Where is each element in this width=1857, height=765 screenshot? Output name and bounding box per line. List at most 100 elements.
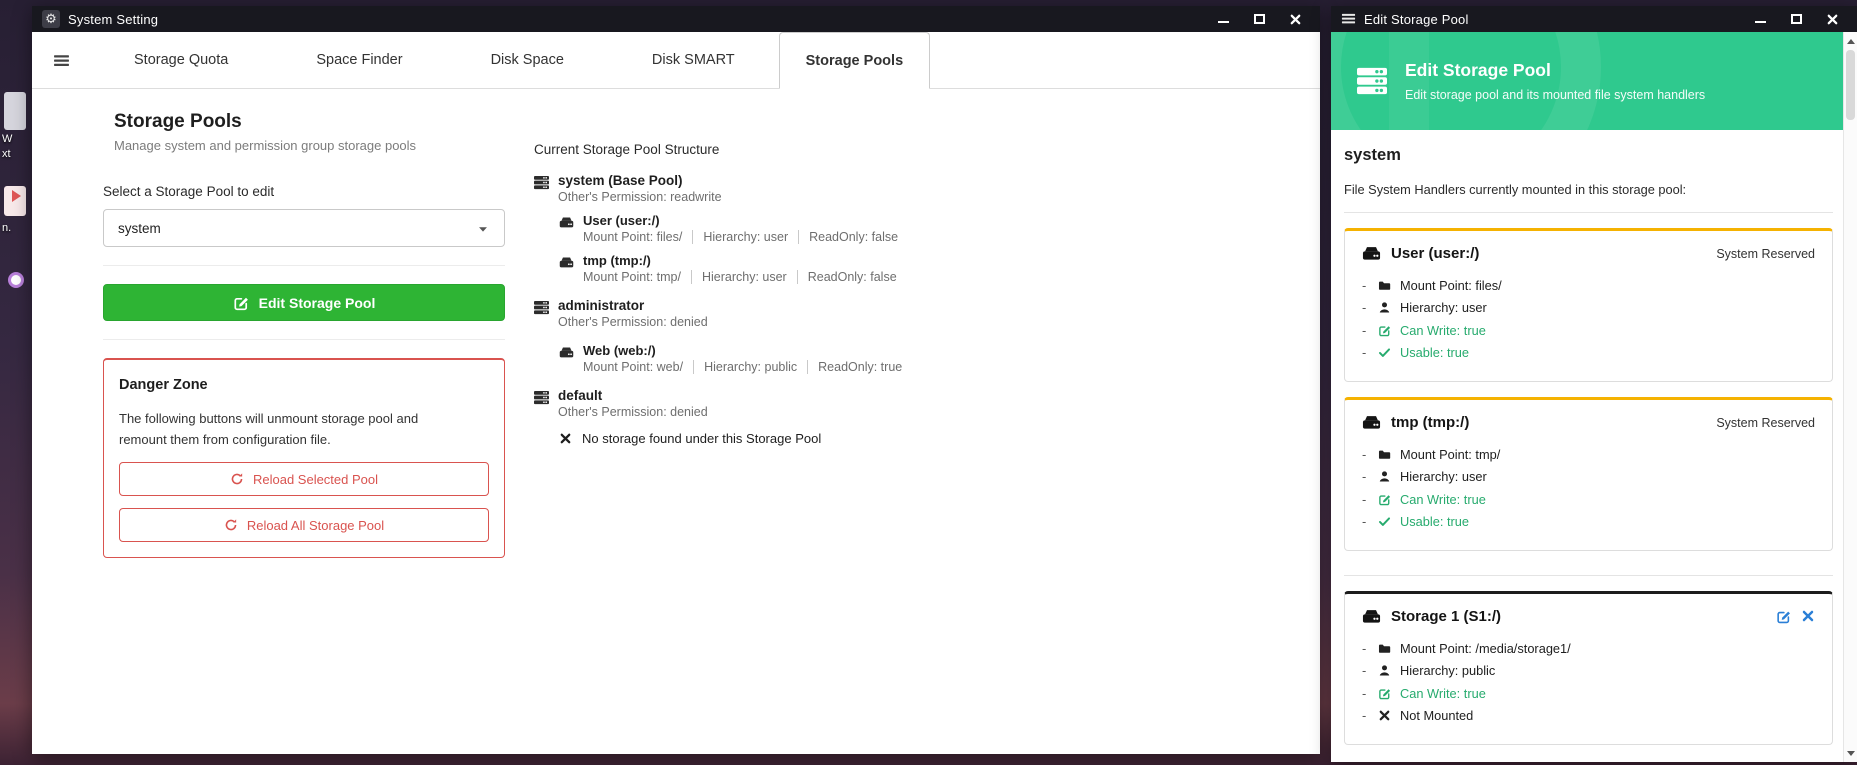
storage-pools-content: Storage Pools Manage system and permissi… (32, 89, 1320, 754)
danger-zone-card: Danger Zone The following buttons will u… (103, 358, 505, 558)
desktop-icon-label-fragment: W (2, 133, 12, 145)
x-icon (1378, 709, 1391, 722)
x-icon (1801, 609, 1815, 623)
menu-hamburger-icon[interactable] (32, 32, 90, 88)
handler-row-tmp: tmp (tmp:/) Mount Point: tmp/ Hierarchy:… (559, 253, 1134, 284)
divider (103, 265, 505, 266)
system-setting-titlebar: ⚙ System Setting (32, 6, 1320, 32)
divider (103, 339, 505, 340)
chevron-down-icon (476, 220, 490, 235)
selected-pool-name: system (1344, 146, 1833, 165)
settings-tabbar: Storage Quota Space Finder Disk Space Di… (32, 32, 1320, 89)
readonly: ReadOnly: false (798, 230, 898, 244)
check-icon (1378, 346, 1391, 359)
usable-item: Usable: true (1362, 511, 1815, 534)
refresh-icon (230, 472, 244, 486)
scrollbar-thumb[interactable] (1846, 50, 1855, 120)
tab-disk-space[interactable]: Disk Space (447, 32, 608, 88)
user-icon (1378, 301, 1391, 314)
handler-row-web: Web (web:/) Mount Point: web/ Hierarchy:… (559, 343, 1134, 374)
minimize-button[interactable] (1753, 12, 1767, 26)
check-icon (1378, 515, 1391, 528)
close-button[interactable] (1825, 12, 1839, 26)
mount-point: Mount Point: web/ (583, 360, 683, 374)
mount-point-item: Mount Point: tmp/ (1362, 443, 1815, 466)
mount-point: Mount Point: files/ (583, 230, 682, 244)
edit-handler-button[interactable] (1776, 609, 1791, 624)
window-title: System Setting (68, 12, 158, 27)
system-reserved-badge: System Reserved (1716, 416, 1815, 430)
refresh-icon (224, 518, 238, 532)
vertical-scrollbar[interactable] (1843, 32, 1857, 762)
banner-title: Edit Storage Pool (1405, 60, 1551, 81)
server-icon (1357, 66, 1387, 96)
hierarchy-item: Hierarchy: public (1362, 660, 1815, 683)
window-title: Edit Storage Pool (1364, 12, 1469, 27)
can-write-item: Can Write: true (1362, 319, 1815, 342)
pool-select-value: system (118, 221, 161, 236)
mount-point: Mount Point: tmp/ (583, 270, 681, 284)
folder-icon (1378, 279, 1391, 292)
pool-row-administrator: administrator Other's Permission: denied (534, 298, 1134, 329)
server-icon (534, 299, 549, 329)
banner-subtitle: Edit storage pool and its mounted file s… (1405, 88, 1705, 102)
divider (1344, 575, 1833, 576)
scroll-down-arrow[interactable] (1844, 746, 1857, 760)
edit-icon (1378, 687, 1391, 700)
gear-icon: ⚙ (42, 10, 60, 28)
storage-pool-tree: system (Base Pool) Other's Permission: r… (534, 173, 1134, 446)
tab-disk-smart[interactable]: Disk SMART (608, 32, 779, 88)
minimize-button[interactable] (1216, 12, 1230, 26)
page-title: Storage Pools (114, 111, 505, 133)
hierarchy: Hierarchy: user (691, 270, 787, 284)
pool-row-default: default Other's Permission: denied (534, 388, 1134, 419)
handler-row-user: User (user:/) Mount Point: files/ Hierar… (559, 213, 1134, 244)
pool-select-dropdown[interactable]: system (103, 209, 505, 247)
tab-storage-pools[interactable]: Storage Pools (779, 32, 931, 89)
edit-icon (1378, 493, 1391, 506)
hdd-icon (559, 344, 574, 374)
hdd-icon (1362, 607, 1381, 626)
reload-selected-pool-button[interactable]: Reload Selected Pool (119, 462, 489, 496)
close-button[interactable] (1288, 12, 1302, 26)
tab-storage-quota[interactable]: Storage Quota (90, 32, 272, 88)
list-icon (1341, 10, 1356, 28)
structure-title: Current Storage Pool Structure (534, 142, 1134, 157)
edit-icon (233, 295, 249, 311)
hdd-icon (559, 214, 574, 244)
hdd-icon (1362, 244, 1381, 263)
banner-watermark (1389, 32, 1429, 130)
scroll-up-arrow[interactable] (1844, 34, 1857, 48)
edit-storage-pool-button[interactable]: Edit Storage Pool (103, 284, 505, 321)
readonly: ReadOnly: false (797, 270, 897, 284)
reload-all-storage-pool-button[interactable]: Reload All Storage Pool (119, 508, 489, 542)
danger-zone-title: Danger Zone (119, 377, 489, 393)
server-icon (534, 174, 549, 204)
handlers-description: File System Handlers currently mounted i… (1344, 182, 1833, 197)
empty-pool-message: No storage found under this Storage Pool (559, 431, 1134, 446)
divider (1344, 212, 1833, 213)
maximize-button[interactable] (1252, 12, 1266, 26)
page-subtitle: Manage system and permission group stora… (114, 138, 505, 153)
desktop-icon-fragment (8, 272, 24, 288)
mount-point-item: Mount Point: files/ (1362, 274, 1815, 297)
edit-pool-titlebar: Edit Storage Pool (1331, 6, 1857, 32)
folder-icon (1378, 642, 1391, 655)
can-write-item: Can Write: true (1362, 488, 1815, 511)
edit-pool-body: system File System Handlers currently mo… (1331, 130, 1857, 762)
mount-point-item: Mount Point: /media/storage1/ (1362, 637, 1815, 660)
desktop-icon-label-fragment: xt (2, 148, 11, 160)
system-setting-window: ⚙ System Setting Storage Quota Space Fin… (32, 6, 1320, 754)
tab-space-finder[interactable]: Space Finder (272, 32, 446, 88)
hdd-icon (559, 254, 574, 284)
handler-card-tmp: tmp (tmp:/) System Reserved Mount Point:… (1344, 397, 1833, 551)
server-icon (534, 389, 549, 419)
edit-icon (1378, 324, 1391, 337)
maximize-button[interactable] (1789, 12, 1803, 26)
handler-card-user: User (user:/) System Reserved Mount Poin… (1344, 228, 1833, 382)
media-icon-fragment (12, 190, 21, 202)
remove-handler-button[interactable] (1801, 609, 1815, 624)
edit-pool-header-banner: Edit Storage Pool Edit storage pool and … (1331, 32, 1857, 130)
desktop-background: W xt n. (0, 0, 27, 765)
danger-zone-description: The following buttons will unmount stora… (119, 408, 459, 450)
